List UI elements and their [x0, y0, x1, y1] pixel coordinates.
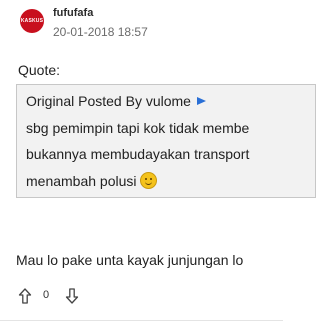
quote-label: Quote: — [18, 62, 61, 78]
arrow-up-icon[interactable] — [18, 288, 32, 304]
quote-line-last: menambah polusi — [26, 172, 157, 189]
reply-text: Mau lo pake unta kayak junjungan lo — [16, 252, 244, 268]
avatar-logo-text: KASKUS — [20, 18, 44, 24]
avatar[interactable]: KASKUS — [20, 9, 44, 33]
arrow-down-icon[interactable] — [65, 288, 79, 304]
quote-box: Original Posted By vulome sbg pemimpin t… — [16, 84, 316, 198]
username-link[interactable]: fufufafa — [53, 7, 93, 19]
arrow-right-icon[interactable] — [196, 97, 206, 105]
forum-post: KASKUS fufufafa 20-01-2018 18:57 Quote: … — [0, 0, 316, 325]
quote-header-text: Original Posted By vulome — [26, 93, 191, 109]
divider — [0, 320, 283, 321]
quote-line-text: menambah polusi — [26, 173, 137, 189]
vote-count: 0 — [43, 289, 50, 301]
quote-line: bukannya membudayakan transport — [26, 146, 250, 162]
quote-line: sbg pemimpin tapi kok tidak membe — [26, 120, 250, 136]
quote-header: Original Posted By vulome — [26, 93, 206, 109]
smiley-icon — [139, 172, 157, 189]
post-timestamp: 20-01-2018 18:57 — [53, 25, 148, 39]
